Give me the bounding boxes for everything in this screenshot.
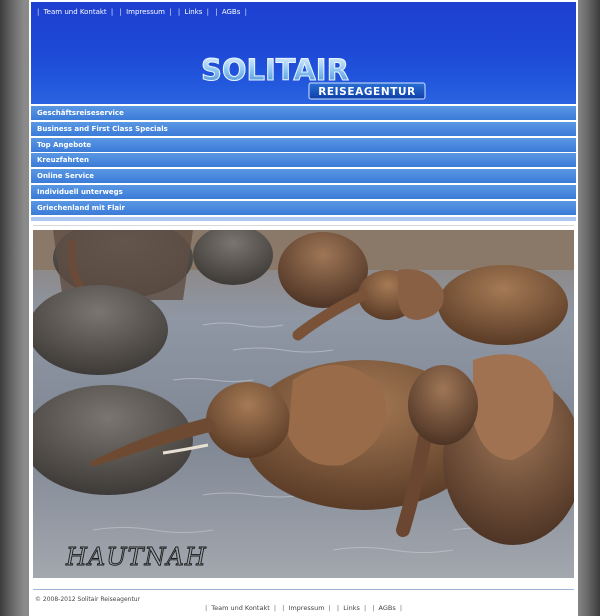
top-nav-impressum-link[interactable]: Impressum [126,8,165,16]
footer-team-link[interactable]: Team und Kontakt [211,604,270,612]
menu-item-griechenland-mit-flair[interactable]: Griechenland mit Flair [31,200,576,215]
main-menu: Geschäftsreiseservice Business and First… [31,106,576,223]
nav-separator: | [37,8,40,16]
header-banner: | Team und Kontakt | | Impressum | | Lin… [31,2,576,104]
menu-item-top-angebote[interactable]: Top Angebote [31,137,576,152]
menu-item-individuell-unterwegs[interactable]: Individuell unterwegs [31,184,576,199]
nav-separator: | [282,604,285,612]
nav-separator: | [328,604,331,612]
menu-item-kreuzfahrten[interactable]: Kreuzfahrten [31,153,576,168]
top-nav: | Team und Kontakt | | Impressum | | Lin… [35,6,249,18]
nav-separator: | [169,8,172,16]
nav-separator: | [177,8,181,16]
elephants-photo: HAUTNAH [33,230,574,578]
nav-separator: | [244,8,247,16]
solitair-logo[interactable]: SOLITAIR REISEAGENTUR [199,50,429,102]
hero-image-elephants: HAUTNAH [33,230,574,578]
nav-separator: | [273,604,277,612]
menu-divider [31,216,576,221]
nav-separator: | [399,604,403,612]
hero-caption: HAUTNAH [65,543,207,571]
footer-nav: | Team und Kontakt | | Impressum | | Lin… [29,604,578,612]
logo-title: SOLITAIR [201,53,349,87]
menu-item-geschaeftsreiseservice[interactable]: Geschäftsreiseservice [31,106,576,120]
hero-top-divider [33,225,574,226]
footer-agbs-link[interactable]: AGBs [379,604,396,612]
page-container: | Team und Kontakt | | Impressum | | Lin… [29,0,578,616]
nav-separator: | [215,8,218,16]
nav-separator: | [204,604,208,612]
top-nav-agbs-link[interactable]: AGBs [222,8,241,16]
nav-separator: | [206,8,209,16]
top-nav-links-link[interactable]: Links [184,8,202,16]
nav-separator: | [110,8,114,16]
copyright-text: © 2008-2012 Solitair Reiseagentur [35,596,141,603]
top-nav-team-link[interactable]: Team und Kontakt [44,8,107,16]
footer-impressum-link[interactable]: Impressum [288,604,324,612]
nav-separator: | [336,604,340,612]
nav-separator: | [119,8,122,16]
hero-bottom-divider [33,589,574,590]
nav-separator: | [372,604,375,612]
logo-subtitle: REISEAGENTUR [318,86,416,98]
menu-item-online-service[interactable]: Online Service [31,169,576,184]
footer-links-link[interactable]: Links [343,604,360,612]
nav-separator: | [363,604,367,612]
menu-item-business-first-class[interactable]: Business and First Class Specials [31,121,576,136]
